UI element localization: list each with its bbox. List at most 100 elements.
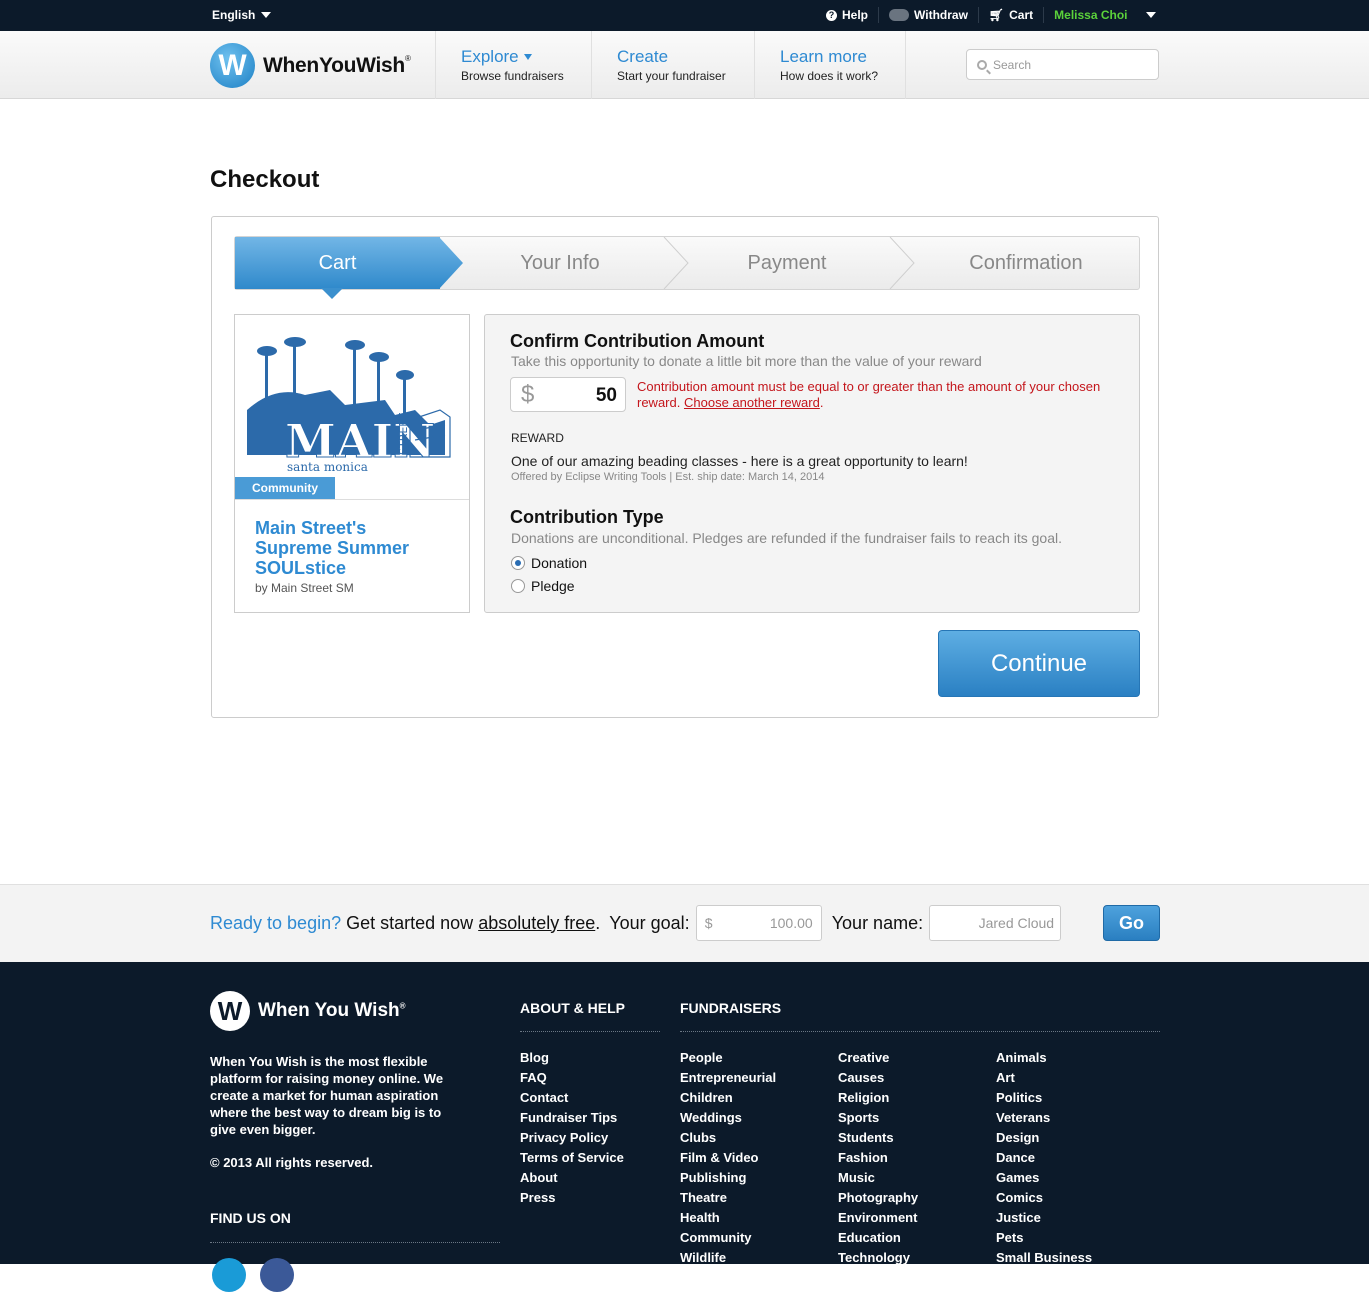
campaign-card[interactable]: MAIN STREET santa monica Community Main …: [234, 314, 470, 613]
footer-link[interactable]: Terms of Service: [520, 1149, 624, 1169]
ready-link[interactable]: Ready to begin?: [210, 913, 341, 934]
category-link[interactable]: Politics: [996, 1089, 1092, 1109]
category-link[interactable]: Weddings: [680, 1109, 776, 1129]
footer-link[interactable]: About: [520, 1169, 624, 1189]
category-link[interactable]: Photography: [838, 1189, 918, 1209]
continue-button[interactable]: Continue: [938, 630, 1140, 697]
category-link[interactable]: Sports: [838, 1109, 918, 1129]
donation-label: Donation: [531, 555, 588, 571]
step-cart[interactable]: Cart: [235, 237, 440, 289]
category-link[interactable]: Dance: [996, 1149, 1092, 1169]
nav-explore-title: Explore: [461, 47, 519, 66]
divider: [878, 7, 880, 23]
chevron-down-icon[interactable]: [1145, 12, 1156, 18]
facebook-icon[interactable]: [260, 1258, 294, 1292]
category-link[interactable]: Students: [838, 1129, 918, 1149]
category-link[interactable]: Veterans: [996, 1109, 1092, 1129]
step-payment[interactable]: Payment: [687, 237, 887, 289]
chevron-down-icon: [523, 54, 532, 60]
category-link[interactable]: Entrepreneurial: [680, 1069, 776, 1089]
user-menu[interactable]: Melissa Choi: [1054, 8, 1127, 22]
category-link[interactable]: Art: [996, 1069, 1092, 1089]
category-link[interactable]: Causes: [838, 1069, 918, 1089]
step-your-info[interactable]: Your Info: [460, 237, 660, 289]
category-link[interactable]: Wildlife: [680, 1249, 776, 1269]
pledge-option[interactable]: Pledge: [511, 578, 575, 594]
category-link[interactable]: Theatre: [680, 1189, 776, 1209]
nav-create[interactable]: Create Start your fundraiser: [591, 31, 755, 99]
cart-link[interactable]: 🛒︎ Cart: [989, 8, 1033, 22]
donation-radio[interactable]: [511, 556, 525, 570]
site-logo[interactable]: W WhenYouWish®: [210, 43, 411, 88]
category-link[interactable]: Animals: [996, 1049, 1092, 1069]
logo-badge: W: [210, 43, 255, 88]
category-link[interactable]: Film & Video: [680, 1149, 776, 1169]
category-link[interactable]: Comics: [996, 1189, 1092, 1209]
twitter-icon[interactable]: [212, 1258, 246, 1292]
footer-logo[interactable]: W When You Wish®: [210, 991, 406, 1031]
language-selector[interactable]: English: [212, 8, 272, 22]
category-link[interactable]: Fashion: [838, 1149, 918, 1169]
category-link[interactable]: Community: [680, 1229, 776, 1249]
category-link[interactable]: Clubs: [680, 1129, 776, 1149]
category-link[interactable]: Health: [680, 1209, 776, 1229]
site-header: W WhenYouWish® Explore Browse fundraiser…: [0, 31, 1369, 99]
reward-meta: Offered by Eclipse Writing Tools | Est. …: [511, 471, 825, 483]
category-link[interactable]: Technology: [838, 1249, 918, 1269]
category-link[interactable]: Pets: [996, 1229, 1092, 1249]
choose-reward-link[interactable]: Choose another reward: [684, 395, 820, 410]
nav-explore-subtitle: Browse fundraisers: [461, 69, 564, 83]
category-link[interactable]: Music: [838, 1169, 918, 1189]
category-link[interactable]: Design: [996, 1129, 1092, 1149]
amount-input[interactable]: $ 50: [510, 377, 626, 412]
donation-option[interactable]: Donation: [511, 555, 587, 571]
get-started-text: Get started now: [346, 912, 474, 933]
goal-input[interactable]: $ 100.00: [695, 905, 822, 941]
contribution-heading: Confirm Contribution Amount: [510, 331, 765, 351]
category-link[interactable]: Religion: [838, 1089, 918, 1109]
name-label: Your name:: [831, 912, 924, 933]
nav-explore[interactable]: Explore Browse fundraisers: [435, 31, 592, 99]
pledge-radio[interactable]: [511, 579, 525, 593]
category-link[interactable]: Small Business: [996, 1249, 1092, 1269]
nav-learn-more-title: Learn more: [780, 47, 867, 66]
campaign-title[interactable]: Main Street's Supreme Summer SOULstice: [255, 518, 445, 578]
campaign-image: MAIN STREET santa monica: [235, 315, 469, 500]
footer-logo-badge: W: [210, 991, 250, 1031]
step-divider-icon: [663, 237, 689, 289]
goal-value: 100.00: [769, 915, 813, 931]
withdraw-link[interactable]: Withdraw: [889, 8, 968, 22]
goal-label: Your goal:: [609, 912, 690, 933]
divider: [1043, 7, 1045, 23]
category-link[interactable]: Environment: [838, 1209, 918, 1229]
category-badge[interactable]: Community: [235, 477, 335, 499]
get-started-bar: Ready to begin? Get started now absolute…: [0, 884, 1369, 962]
footer-link[interactable]: Press: [520, 1189, 624, 1209]
name-input[interactable]: Jared Cloud: [929, 905, 1062, 941]
language-label: English: [212, 8, 256, 22]
category-link[interactable]: Justice: [996, 1209, 1092, 1229]
name-value: Jared Cloud: [978, 915, 1055, 931]
footer-link[interactable]: Privacy Policy: [520, 1129, 624, 1149]
footer-link[interactable]: Contact: [520, 1089, 624, 1109]
footer-link[interactable]: FAQ: [520, 1069, 624, 1089]
search-input[interactable]: Search: [966, 49, 1159, 80]
campaign-owner: by Main Street SM: [255, 581, 354, 595]
help-label: Help: [842, 8, 869, 22]
category-link[interactable]: Creative: [838, 1049, 918, 1069]
divider: [977, 7, 979, 23]
category-link[interactable]: Education: [838, 1229, 918, 1249]
contribution-subheading: Take this opportunity to donate a little…: [511, 353, 982, 369]
go-button[interactable]: Go: [1103, 905, 1160, 941]
search-placeholder: Search: [993, 57, 1032, 72]
step-confirmation[interactable]: Confirmation: [915, 237, 1137, 289]
category-link[interactable]: Children: [680, 1089, 776, 1109]
help-link[interactable]: ? Help: [826, 8, 868, 22]
free-link[interactable]: absolutely free: [478, 913, 595, 934]
nav-learn-more[interactable]: Learn more How does it work?: [754, 31, 906, 99]
category-link[interactable]: Publishing: [680, 1169, 776, 1189]
footer-link[interactable]: Blog: [520, 1049, 624, 1069]
footer-link[interactable]: Fundraiser Tips: [520, 1109, 624, 1129]
category-link[interactable]: People: [680, 1049, 776, 1069]
category-link[interactable]: Games: [996, 1169, 1092, 1189]
